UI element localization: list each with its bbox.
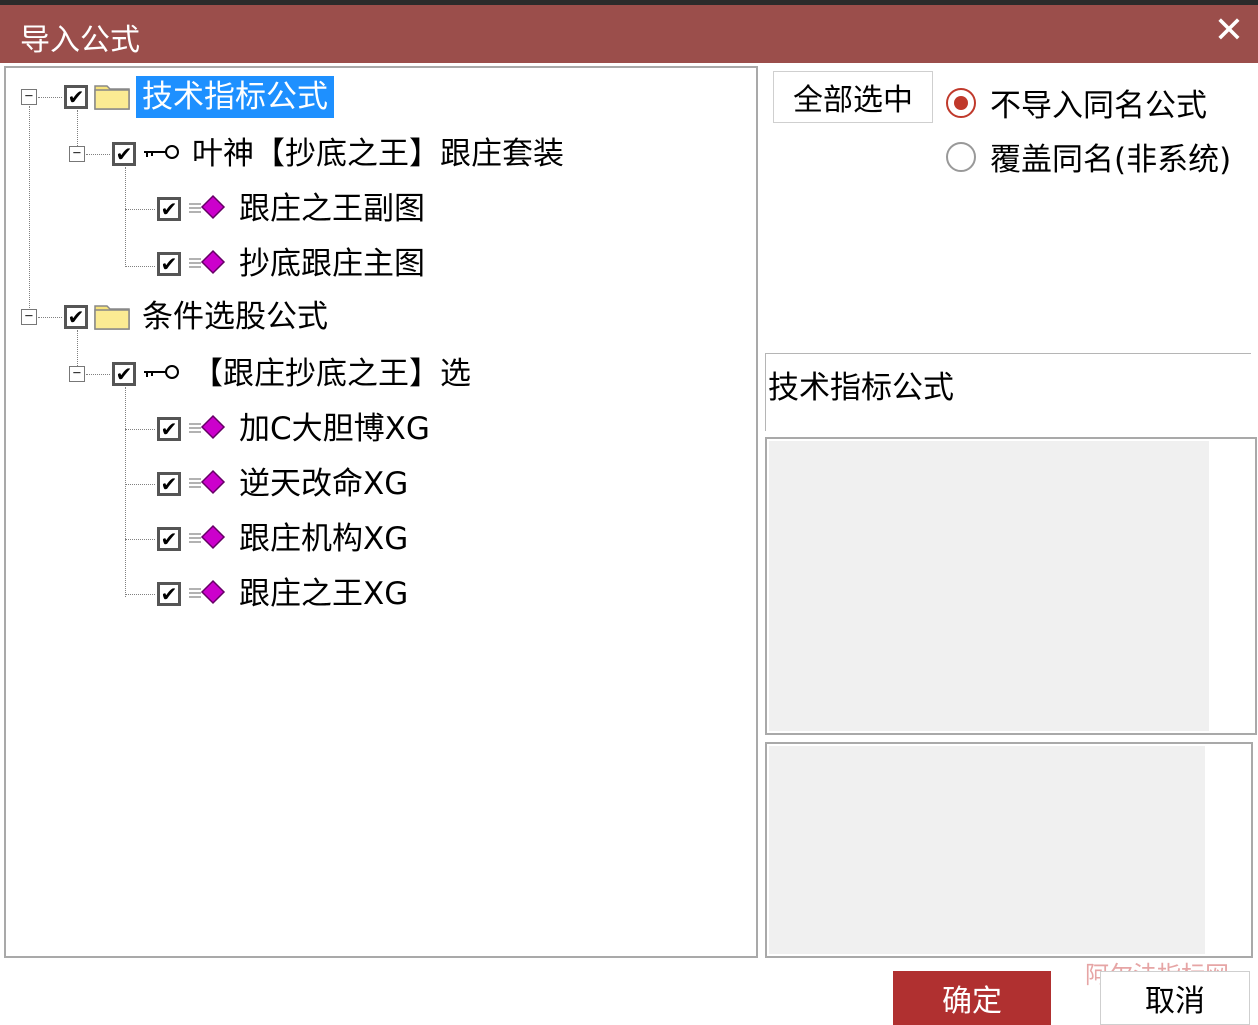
- tree-node-suite[interactable]: ✔ 【跟庄抄底之王】选: [112, 351, 477, 397]
- radio-skip-duplicates[interactable]: 不导入同名公式: [946, 80, 1207, 125]
- tree-connector: [125, 167, 126, 267]
- checkbox[interactable]: ✔: [112, 362, 136, 386]
- radio-label: 不导入同名公式: [990, 88, 1207, 124]
- collapse-toggle[interactable]: −: [21, 89, 37, 105]
- formula-icon: [187, 469, 227, 499]
- folder-icon: [94, 300, 130, 334]
- checkbox[interactable]: ✔: [157, 417, 181, 441]
- ok-button[interactable]: 确定: [893, 971, 1051, 1025]
- select-all-button[interactable]: 全部选中: [773, 71, 933, 123]
- node-label: 跟庄机构XG: [239, 521, 409, 557]
- tree-node-formula[interactable]: ✔ 加C大胆博XG: [157, 406, 436, 452]
- formula-icon: [187, 524, 227, 554]
- tree-node-formula[interactable]: ✔ 跟庄机构XG: [157, 516, 414, 562]
- tree-node-formula[interactable]: ✔ 抄底跟庄主图: [157, 241, 431, 287]
- node-label: 条件选股公式: [142, 299, 328, 335]
- formula-icon: [187, 579, 227, 609]
- formula-icon: [187, 414, 227, 444]
- description-area: [769, 441, 1209, 731]
- node-label: 技术指标公式: [136, 76, 334, 118]
- radio-overwrite-duplicates[interactable]: 覆盖同名(非系统): [946, 134, 1231, 179]
- tree-node-formula[interactable]: ✔ 跟庄之王XG: [157, 571, 414, 617]
- radio-label: 覆盖同名(非系统): [990, 142, 1232, 178]
- tree-node-formula[interactable]: ✔ 跟庄之王副图: [157, 186, 431, 232]
- node-label: 叶神【抄底之王】跟庄套装: [192, 136, 564, 172]
- checkbox[interactable]: ✔: [157, 197, 181, 221]
- tree-connector: [38, 97, 62, 98]
- cancel-button[interactable]: 取消: [1100, 971, 1250, 1025]
- tree-connector: [38, 317, 62, 318]
- tree-connector: [125, 209, 155, 210]
- tree-node-suite[interactable]: ✔ 叶神【抄底之王】跟庄套装: [112, 131, 570, 177]
- tree-connector: [125, 539, 155, 540]
- checkbox[interactable]: ✔: [64, 85, 88, 109]
- collapse-toggle[interactable]: −: [21, 309, 37, 325]
- tree-connector: [29, 106, 30, 322]
- close-icon[interactable]: ✕: [1214, 13, 1244, 49]
- parameter-box[interactable]: [765, 742, 1253, 958]
- key-icon: [142, 141, 180, 167]
- key-icon: [142, 361, 180, 387]
- checkbox[interactable]: ✔: [157, 252, 181, 276]
- title-bar[interactable]: 导入公式 ✕: [0, 5, 1258, 63]
- radio-indicator[interactable]: [946, 87, 976, 118]
- info-title: 技术指标公式: [768, 370, 954, 406]
- node-label: 逆天改命XG: [239, 466, 409, 502]
- checkbox[interactable]: ✔: [157, 582, 181, 606]
- collapse-toggle[interactable]: −: [69, 366, 85, 382]
- tree-connector: [86, 154, 110, 155]
- node-label: 加C大胆博XG: [239, 411, 430, 447]
- info-title-box: 技术指标公式: [765, 353, 1251, 431]
- checkbox[interactable]: ✔: [112, 142, 136, 166]
- description-box[interactable]: [765, 437, 1257, 735]
- tree-node-stock-screening[interactable]: ✔ 条件选股公式: [64, 294, 334, 340]
- collapse-toggle[interactable]: −: [69, 146, 85, 162]
- tree-connector: [125, 266, 155, 267]
- node-label: 【跟庄抄底之王】选: [192, 356, 471, 392]
- checkbox[interactable]: ✔: [64, 305, 88, 329]
- checkbox[interactable]: ✔: [157, 527, 181, 551]
- formula-icon: [187, 249, 227, 279]
- node-label: 跟庄之王XG: [239, 576, 409, 612]
- folder-icon: [94, 80, 130, 114]
- tree-node-formula[interactable]: ✔ 逆天改命XG: [157, 461, 414, 507]
- formula-icon: [187, 194, 227, 224]
- radio-indicator[interactable]: [946, 141, 976, 172]
- parameter-area: [769, 746, 1205, 954]
- formula-tree[interactable]: − ✔ 技术指标公式 − ✔ 叶神【抄底之王】跟庄套装 ✔ 跟庄之王副图 ✔ 抄…: [4, 66, 758, 958]
- tree-connector: [86, 374, 110, 375]
- tree-connector: [125, 429, 155, 430]
- window-title: 导入公式: [20, 23, 140, 58]
- node-label: 跟庄之王副图: [239, 191, 425, 227]
- tree-connector: [125, 484, 155, 485]
- tree-connector: [125, 594, 155, 595]
- tree-connector: [125, 387, 126, 597]
- node-label: 抄底跟庄主图: [239, 246, 425, 282]
- tree-node-tech-indicators[interactable]: ✔ 技术指标公式: [64, 74, 334, 120]
- checkbox[interactable]: ✔: [157, 472, 181, 496]
